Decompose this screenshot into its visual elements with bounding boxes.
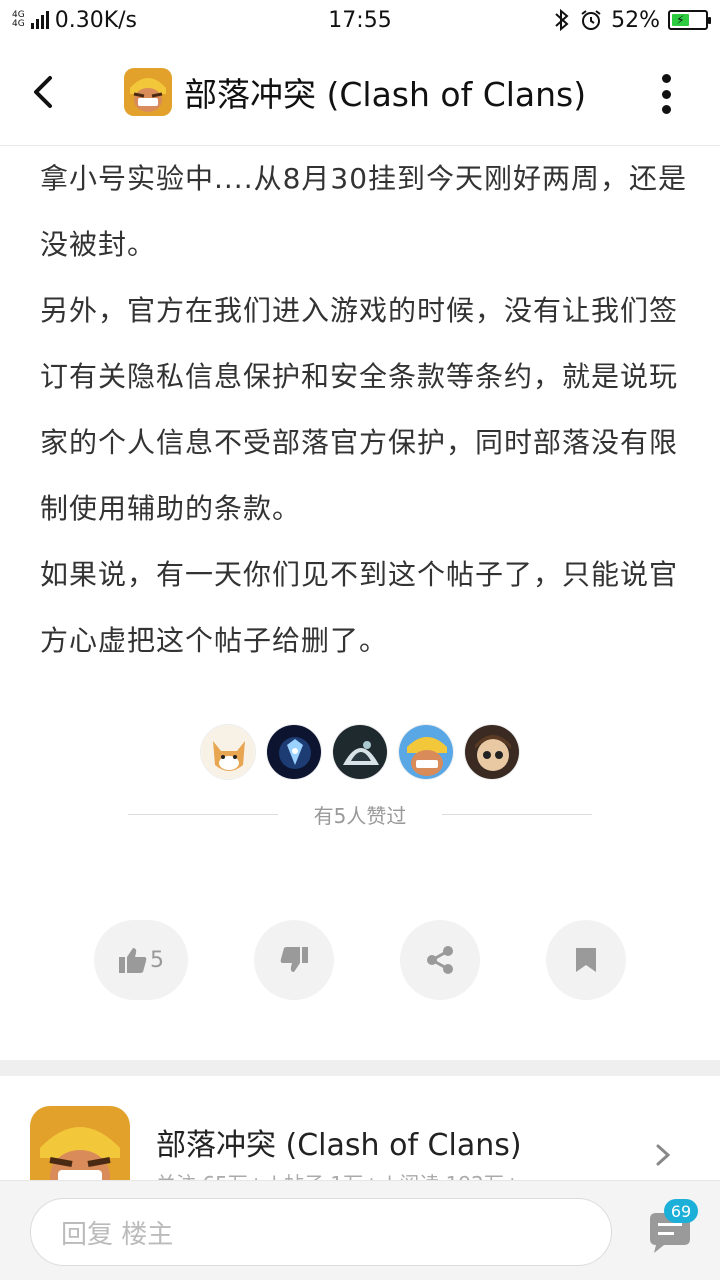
chevron-right-icon[interactable] bbox=[654, 1138, 674, 1172]
bookmark-button[interactable] bbox=[546, 920, 626, 1000]
avatar[interactable] bbox=[398, 724, 454, 780]
post-paragraph: 拿小号实验中....从8月30挂到今天刚好两周，还是没被封。 bbox=[40, 162, 688, 261]
clash-of-clans-app-icon bbox=[124, 68, 172, 116]
more-vertical-icon[interactable] bbox=[658, 74, 674, 114]
post-actions: 5 bbox=[0, 920, 720, 1000]
network-type-2: 4G bbox=[12, 19, 25, 29]
nav-bar: 部落冲突 (Clash of Clans) bbox=[0, 40, 720, 146]
status-left: 4G 4G 0.30K/s bbox=[12, 8, 272, 33]
likes-summary: 有5人赞过 bbox=[313, 804, 407, 828]
post-body: 拿小号实验中....从8月30挂到今天刚好两周，还是没被封。 另外，官方在我们进… bbox=[40, 146, 690, 674]
battery-icon: ⚡ bbox=[668, 10, 711, 30]
avatar[interactable] bbox=[266, 724, 322, 780]
like-count: 5 bbox=[150, 947, 164, 973]
forum-name: 部落冲突 (Clash of Clans) bbox=[156, 1128, 522, 1163]
post-paragraph: 另外，官方在我们进入游戏的时候，没有让我们签订有关隐私信息保护和安全条款等条约，… bbox=[40, 294, 679, 525]
network-type-label: 4G 4G bbox=[12, 11, 25, 29]
dislike-button[interactable] bbox=[254, 920, 334, 1000]
share-icon bbox=[427, 946, 453, 974]
status-right: 52% ⚡ bbox=[553, 7, 711, 33]
reply-bar: 回复 楼主 69 bbox=[0, 1180, 720, 1280]
divider bbox=[128, 814, 278, 815]
divider bbox=[442, 814, 593, 815]
page-title: 部落冲突 (Clash of Clans) bbox=[184, 75, 587, 114]
network-speed: 0.30K/s bbox=[54, 7, 137, 33]
avatar[interactable] bbox=[464, 724, 520, 780]
liker-avatars[interactable] bbox=[0, 724, 720, 780]
share-button[interactable] bbox=[400, 920, 480, 1000]
alarm-icon bbox=[581, 10, 601, 30]
avatar[interactable] bbox=[332, 724, 388, 780]
section-divider bbox=[0, 1060, 720, 1076]
nav-title-group[interactable]: 部落冲突 (Clash of Clans) bbox=[124, 68, 586, 116]
thumbs-up-icon bbox=[119, 948, 147, 973]
thumbs-down-icon bbox=[280, 947, 308, 972]
back-arrow-icon[interactable] bbox=[26, 68, 66, 116]
bluetooth-icon bbox=[555, 8, 569, 32]
bookmark-icon bbox=[576, 948, 596, 972]
comment-count-badge: 69 bbox=[664, 1199, 698, 1223]
reply-input[interactable]: 回复 楼主 bbox=[30, 1198, 612, 1266]
avatar[interactable] bbox=[200, 724, 256, 780]
signal-icon bbox=[30, 11, 49, 29]
likes-summary-row: 有5人赞过 bbox=[128, 800, 593, 829]
battery-percent: 52% bbox=[611, 7, 660, 33]
forum-card[interactable]: 部落冲突 (Clash of Clans) 关注 65万+ | 帖子 1万+ |… bbox=[0, 1076, 720, 1206]
post-paragraph: 如果说，有一天你们见不到这个帖子了，只能说官方心虚把这个帖子给删了。 bbox=[40, 558, 679, 657]
status-bar: 4G 4G 0.30K/s 17:55 52% ⚡ bbox=[0, 0, 720, 40]
battery-level: ⚡ bbox=[672, 13, 689, 27]
like-button[interactable]: 5 bbox=[94, 920, 188, 1000]
